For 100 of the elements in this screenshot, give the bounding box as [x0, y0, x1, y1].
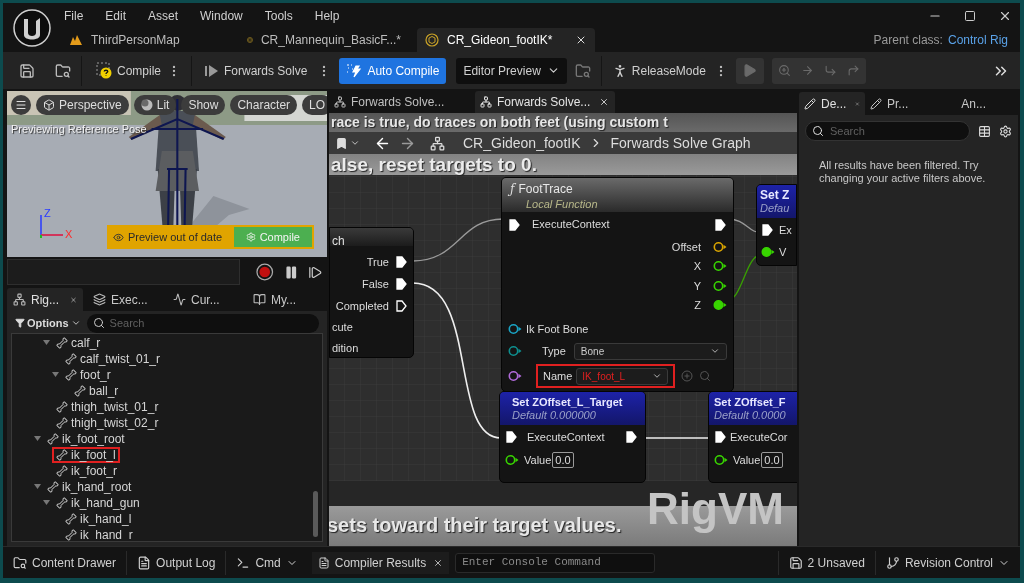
pin-icon[interactable]	[713, 240, 727, 253]
maximize-icon[interactable]	[964, 9, 976, 22]
compiler-results-tab[interactable]: Compiler Results	[311, 551, 450, 574]
tree-item[interactable]: calf_r	[52, 335, 105, 351]
pin-icon[interactable]	[508, 345, 522, 357]
exec-pin-icon[interactable]	[715, 218, 726, 231]
parent-class-link[interactable]: Control Rig	[947, 31, 1008, 49]
tree-item[interactable]: ball_r	[70, 383, 123, 399]
pin-icon[interactable]	[508, 323, 522, 335]
value-field[interactable]: 0.0	[761, 452, 783, 468]
name-dropdown[interactable]: IK_foot_L	[576, 367, 669, 385]
revision-control-button[interactable]: Revision Control	[875, 547, 1020, 578]
forwards-solve-button[interactable]: Forwards Solve	[202, 57, 310, 84]
release-mode-button[interactable]: ReleaseMode	[611, 57, 706, 84]
auto-compile-button[interactable]: Auto Compile	[339, 57, 447, 84]
exec-pin-icon[interactable]	[396, 278, 407, 290]
pin-icon[interactable]	[761, 246, 775, 258]
viewport-button[interactable]: Show	[181, 95, 226, 115]
panel-tab[interactable]: Cur...	[167, 288, 243, 311]
document-tab[interactable]: CR_Gideon_footIK*	[417, 28, 595, 52]
exec-pin-icon[interactable]	[715, 431, 726, 443]
cmd-dropdown[interactable]: Cmd	[226, 547, 308, 578]
options-button[interactable]: Options	[15, 314, 81, 332]
panel-tab[interactable]: De...	[799, 92, 865, 115]
tree-item[interactable]: ik_foot_r	[52, 463, 122, 479]
chevron-down-icon[interactable]	[350, 138, 360, 148]
menu-item[interactable]: Edit	[105, 6, 127, 25]
content-drawer-button[interactable]: Content Drawer	[3, 547, 127, 578]
compile-button[interactable]: Compile	[92, 57, 165, 84]
browse-icon[interactable]	[574, 62, 591, 79]
pin-icon[interactable]	[714, 454, 728, 466]
pause-icon[interactable]	[283, 264, 299, 280]
menu-item[interactable]: Window	[200, 6, 243, 25]
close-icon[interactable]	[599, 97, 610, 107]
graph-canvas[interactable]	[329, 113, 797, 546]
close-icon[interactable]	[575, 34, 587, 46]
step-forward-icon[interactable]	[308, 264, 323, 280]
value-field[interactable]: 0.0	[552, 452, 574, 468]
unsaved-button[interactable]: 2 Unsaved	[778, 547, 875, 578]
pin-icon[interactable]	[505, 454, 519, 466]
bookmark-icon[interactable]	[335, 136, 348, 150]
exec-pin-icon[interactable]	[762, 224, 773, 236]
output-log-button[interactable]: Output Log	[127, 547, 226, 578]
panel-tab[interactable]: An...	[931, 92, 991, 115]
menu-item[interactable]: Asset	[148, 6, 179, 25]
pin-icon[interactable]	[713, 260, 727, 273]
viewport-button[interactable]: Character	[230, 95, 298, 115]
breadcrumb-item[interactable]: CR_Gideon_footIK	[463, 132, 581, 154]
menu-item[interactable]: File	[64, 6, 84, 25]
branch-node[interactable]: ch True False Completed cute dition	[329, 227, 414, 358]
tree-item[interactable]: thigh_twist_01_r	[52, 399, 163, 415]
document-tab[interactable]: CR_Mannequin_BasicF...*	[239, 28, 417, 52]
expanded-caret-icon[interactable]	[43, 340, 50, 346]
table-icon[interactable]	[978, 124, 991, 138]
exec-pin-icon[interactable]	[509, 218, 520, 231]
scrollbar[interactable]	[313, 491, 318, 537]
function-node[interactable]: ƒ FootTrace Local Function ExecuteContext Offset X Y Z Ik Foot Bone Type Bone Name IK_foot_L	[501, 177, 734, 392]
pin-icon[interactable]	[713, 279, 727, 292]
tree-item[interactable]: calf_twist_01_r	[61, 351, 165, 367]
set-node[interactable]: Set ZOffset_F Default 0.0000 ExecuteCor Value 0.0	[708, 391, 797, 483]
panel-tab[interactable]: My...	[247, 288, 323, 311]
expanded-caret-icon[interactable]	[34, 436, 41, 442]
exec-pin-icon[interactable]	[396, 256, 407, 268]
panel-tab[interactable]: Exec...	[87, 288, 163, 311]
tree-item[interactable]: ik_hand_root	[43, 479, 136, 495]
exec-pin-icon[interactable]	[626, 431, 637, 443]
expanded-caret-icon[interactable]	[34, 484, 41, 490]
graph-tab[interactable]: Forwards Solve...	[329, 91, 469, 113]
pin-icon[interactable]	[713, 299, 727, 312]
exec-pin-icon[interactable]	[506, 431, 517, 443]
expanded-caret-icon[interactable]	[52, 372, 59, 378]
tree-item[interactable]: ik_hand_r	[61, 527, 137, 541]
panel-tab[interactable]: Pr...	[865, 92, 931, 115]
expanded-caret-icon[interactable]	[43, 500, 50, 506]
logo[interactable]	[13, 8, 51, 47]
exec-pin-icon[interactable]	[396, 300, 407, 312]
type-dropdown[interactable]: Bone	[573, 342, 727, 360]
pin-icon[interactable]	[508, 370, 522, 382]
document-tab[interactable]: ThirdPersonMap	[61, 28, 239, 52]
tree-item[interactable]: ik_foot_l	[52, 447, 120, 463]
console-field[interactable]: Enter Console Command	[455, 552, 656, 573]
browse-icon[interactable]	[55, 62, 71, 79]
menu-item[interactable]: Help	[314, 6, 340, 25]
preview-dropdown[interactable]: Editor Preview	[456, 57, 567, 84]
menu-item[interactable]: Tools	[264, 6, 293, 25]
tree-item[interactable]: ik_hand_gun	[52, 495, 144, 511]
tree-item[interactable]: thigh_twist_02_r	[52, 415, 163, 431]
tree-item[interactable]: ik_foot_root	[43, 431, 129, 447]
tree-item[interactable]: ik_hand_l	[61, 511, 136, 527]
set-node[interactable]: Set Z Defau Ex V	[756, 184, 797, 266]
panel-tab[interactable]: Rig...	[7, 288, 83, 311]
record-icon[interactable]	[256, 263, 274, 281]
set-node[interactable]: Set ZOffset_L_Target Default 0.000000 ExecuteContext Value 0.0	[499, 391, 646, 483]
save-icon[interactable]	[19, 62, 35, 79]
graph-tab[interactable]: Forwards Solve...	[475, 91, 615, 113]
settings-icon[interactable]	[999, 124, 1012, 138]
breadcrumb-item[interactable]: Forwards Solve Graph	[610, 132, 751, 154]
close-icon[interactable]	[433, 557, 444, 568]
viewport-button[interactable]: LO	[302, 95, 327, 115]
tree-item[interactable]: foot_r	[61, 367, 115, 383]
